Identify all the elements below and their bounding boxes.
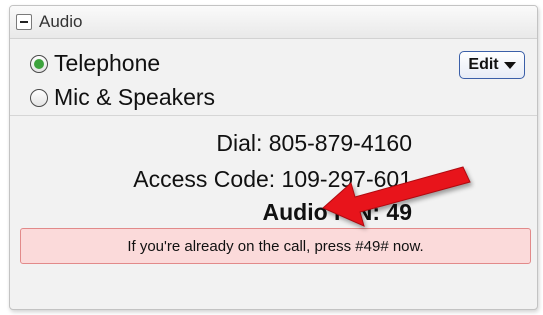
- collapse-button[interactable]: [16, 14, 32, 30]
- panel-header: Audio: [10, 6, 537, 39]
- minus-icon: [20, 21, 28, 23]
- audio-pin: Audio PIN: 49: [262, 199, 412, 225]
- edit-label: Edit: [468, 56, 499, 73]
- audio-panel: Audio Telephone Mic & Speakers Edit Dial…: [9, 5, 538, 310]
- edit-button[interactable]: Edit: [459, 51, 525, 79]
- telephone-label: Telephone: [54, 50, 161, 76]
- notice-banner: If you're already on the call, press #49…: [20, 228, 531, 264]
- telephone-radio[interactable]: [30, 54, 48, 73]
- panel-title: Audio: [39, 12, 83, 31]
- mic-speakers-label: Mic & Speakers: [54, 84, 216, 110]
- radio-option-telephone[interactable]: Telephone: [30, 50, 160, 77]
- access-code: Access Code: 109-297-601: [133, 166, 412, 192]
- dial-number: Dial: 805-879-4160: [216, 130, 412, 156]
- radio-option-mic-speakers[interactable]: Mic & Speakers: [30, 84, 215, 111]
- mic-speakers-radio[interactable]: [30, 88, 48, 107]
- notice-text: If you're already on the call, press #49…: [127, 237, 424, 255]
- caret-down-icon: [503, 61, 516, 69]
- audio-options: Telephone Mic & Speakers Edit: [10, 40, 537, 116]
